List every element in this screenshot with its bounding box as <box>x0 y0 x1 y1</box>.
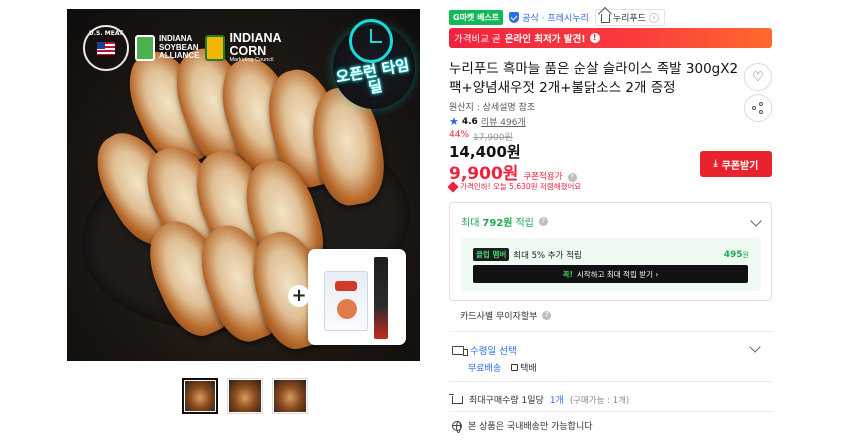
parcel-option[interactable]: 택배 <box>511 361 537 374</box>
corn-logo-line2: CORN <box>229 44 267 59</box>
club-benefit-row: 클럽 멤버 최대 5% 추가 적립 495원 <box>473 248 749 261</box>
shrimp-sauce-pack-image <box>324 271 368 331</box>
alarm-clock-icon <box>349 19 393 63</box>
points-prefix: 최대 <box>461 218 480 229</box>
product-info-panel: G마켓 베스트 공식 · 프레시누리 누리푸드 › 가격비교 곧 온라인 최저가… <box>447 0 772 441</box>
points-suffix: 적립 <box>515 218 534 229</box>
best-badge: G마켓 베스트 <box>449 10 504 25</box>
thumbnail-strip <box>182 378 308 414</box>
domestic-shipping-row: 본 상품은 국내배송만 가능합니다 <box>452 419 593 433</box>
thumbnail-3[interactable] <box>272 378 308 414</box>
divider <box>449 331 772 332</box>
delivery-date-title: 수령일 선택 <box>470 346 517 357</box>
chevron-down-icon[interactable] <box>750 215 762 227</box>
limit-sub: (구매가능 : 1개) <box>569 395 630 406</box>
price-tag-icon <box>447 180 459 193</box>
delivery-date-select[interactable]: 수령일 선택 <box>452 343 517 357</box>
box-icon <box>511 364 519 371</box>
info-icon: ! <box>589 33 600 43</box>
club-badge: 클럽 멤버 <box>473 248 510 261</box>
banner-prefix: 가격비교 곧 <box>454 34 501 45</box>
club-button-mark: 꼭! <box>562 269 573 279</box>
main-product-image[interactable]: U.S. MEAT INDIANA SOYBEAN ALLIANCE INDIA… <box>67 9 420 361</box>
home-icon <box>600 14 610 23</box>
indiana-corn-logo: INDIANA CORN Marketing Council <box>205 30 282 64</box>
card-installment-row[interactable]: 카드사별 무이자할부 ? <box>460 309 552 322</box>
corn-icon <box>205 34 226 61</box>
product-title: 누리푸드 흑마늘 품은 순살 슬라이스 족발 300gX2팩+양념새우젓 2개+… <box>449 61 739 96</box>
timedeal-badge: 오픈런 타임딜 <box>333 19 415 109</box>
flag-icon <box>97 41 115 55</box>
gift-addon-card: + <box>288 249 406 345</box>
club-button-label: 시작하고 최대 적립 받기 › <box>576 269 659 279</box>
share-icon <box>752 102 764 114</box>
official-label: 공식 <box>522 14 539 24</box>
usmef-seal-logo: U.S. MEAT <box>83 25 129 71</box>
corn-logo-line1: INDIANA <box>229 30 282 45</box>
chevron-right-icon: › <box>648 12 659 23</box>
club-start-button[interactable]: 꼭! 시작하고 최대 적립 받기 › <box>473 265 748 283</box>
price-notice-text: 가격인하! 오늘 5,630원 저렴해졌어요 <box>460 182 582 191</box>
top-tags: G마켓 베스트 공식 · 프레시누리 누리푸드 › <box>449 9 665 26</box>
limit-count: 1개 <box>549 396 564 406</box>
limit-prefix: 최대구매수량 1일당 <box>469 396 544 406</box>
divider <box>449 381 772 382</box>
thumbnail-2[interactable] <box>227 378 263 414</box>
coupon-button-label: 쿠폰받기 <box>721 160 759 172</box>
divider <box>449 411 772 412</box>
points-help-icon[interactable]: ? <box>538 217 548 226</box>
star-icon: ★ <box>449 115 459 128</box>
banner-bold: 온라인 최저가 발견! <box>504 34 586 45</box>
rating-score: 4.6 <box>461 116 478 127</box>
usmef-seal-text: U.S. MEAT <box>88 30 124 37</box>
soybean-logo-line3: ALLIANCE <box>159 51 200 61</box>
store-link[interactable]: 누리푸드 › <box>594 9 665 26</box>
corn-logo-sub: Marketing Council <box>229 57 274 64</box>
shield-check-icon <box>509 12 520 23</box>
points-section: 최대 792원 적립 ? 클럽 멤버 최대 5% 추가 적립 495원 꼭! 시… <box>449 202 772 301</box>
club-benefit-text: 최대 5% 추가 적립 <box>513 250 582 261</box>
official-tier: · 프레시누리 <box>541 14 589 24</box>
official-store-tag[interactable]: 공식 · 프레시누리 <box>509 11 589 24</box>
max-points-header[interactable]: 최대 792원 적립 ? <box>461 214 548 229</box>
timedeal-text: 오픈런 타임딜 <box>334 55 411 97</box>
shipping-options: 무료배송 택배 <box>468 361 537 374</box>
cart-icon <box>449 393 463 404</box>
card-installment-label: 카드사별 무이자할부 <box>460 312 538 322</box>
card-help-icon[interactable]: ? <box>542 311 552 320</box>
store-name: 누리푸드 <box>612 14 646 24</box>
soybean-alliance-logo: INDIANA SOYBEAN ALLIANCE <box>135 35 199 61</box>
price-drop-notice: 가격인하! 오늘 5,630원 저렴해졌어요 <box>447 180 582 193</box>
get-coupon-button[interactable]: ⤓ 쿠폰받기 <box>700 151 772 177</box>
download-icon: ⤓ <box>713 159 718 169</box>
heart-icon: ♡ <box>752 69 764 85</box>
thumbnail-1[interactable] <box>182 378 218 414</box>
review-count-link[interactable]: 리뷰 496개 <box>481 115 526 128</box>
free-shipping-option[interactable]: 무료배송 <box>468 361 501 374</box>
globe-icon <box>452 420 462 433</box>
buldak-sauce-stick-image <box>374 257 388 339</box>
wishlist-button[interactable]: ♡ <box>744 63 772 91</box>
domestic-text: 본 상품은 국내배송만 가능합니다 <box>468 422 593 432</box>
plus-icon: + <box>288 285 310 307</box>
indiana-state-icon <box>135 35 155 61</box>
points-amount: 792원 <box>482 218 513 229</box>
partner-logos: U.S. MEAT INDIANA SOYBEAN ALLIANCE INDIA… <box>83 25 282 71</box>
lowest-price-banner[interactable]: 가격비교 곧 온라인 최저가 발견! ! <box>449 28 772 48</box>
purchase-limit-row: 최대구매수량 1일당 1개 (구매가능 : 1개) <box>449 393 630 406</box>
share-button[interactable] <box>744 94 772 122</box>
origin-info: 원산지 : 상세설명 참조 <box>449 103 536 113</box>
rating-row[interactable]: ★ 4.6 리뷰 496개 <box>449 115 526 128</box>
club-points-amount: 495원 <box>723 249 749 260</box>
truck-icon <box>452 345 468 356</box>
chevron-down-icon[interactable] <box>749 341 761 353</box>
club-member-card: 클럽 멤버 최대 5% 추가 적립 495원 꼭! 시작하고 최대 적립 받기 … <box>461 238 761 291</box>
